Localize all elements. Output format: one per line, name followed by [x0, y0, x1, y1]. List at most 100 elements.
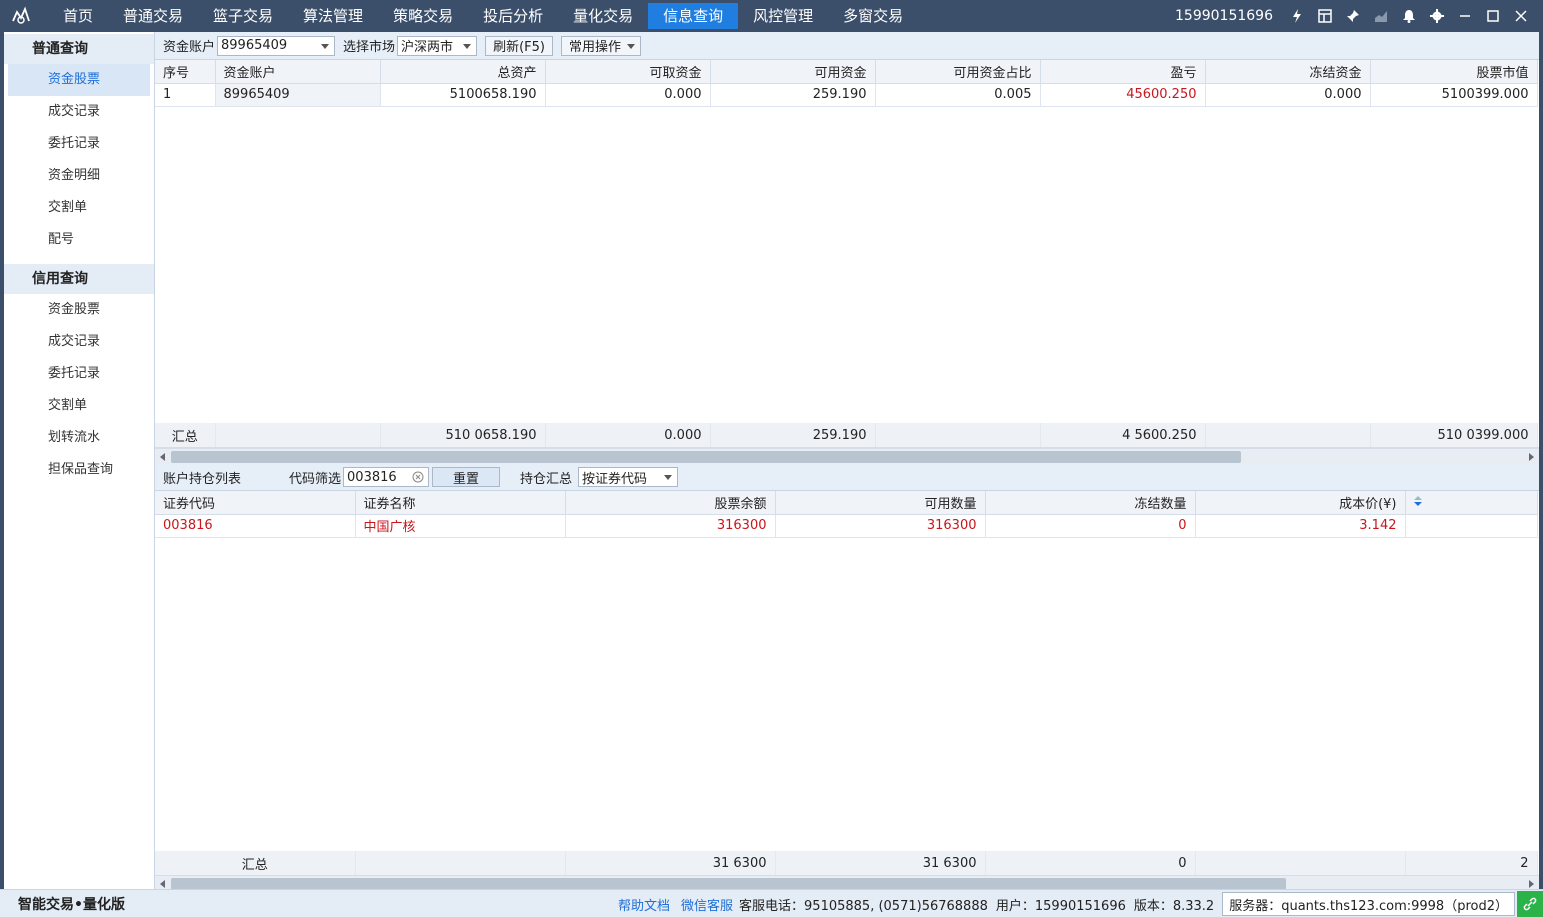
common-ops-dropdown[interactable]: 常用操作	[561, 35, 642, 56]
nav-item-7[interactable]: 信息查询	[648, 3, 739, 29]
sidebar: 普通查询 资金股票 成交记录 委托记录 资金明细 交割单 配号 信用查询 资金股…	[0, 32, 155, 889]
code-filter-input[interactable]: 003816	[343, 467, 430, 487]
bell-icon[interactable]	[1395, 0, 1423, 32]
scroll-right-icon[interactable]	[1529, 880, 1534, 888]
sidebar-item-credit-transfer[interactable]: 划转流水	[4, 422, 154, 454]
positions-col-header[interactable]: 成本价(¥)	[1195, 491, 1406, 515]
main-nav: 首页 普通交易 篮子交易 算法管理 策略交易 投后分析 量化交易 信息查询 风控管理 多窗交易	[48, 0, 918, 32]
funds-col-header[interactable]: 资金账户	[215, 60, 381, 84]
position-summary-label: 持仓汇总	[520, 471, 573, 487]
chevron-down-icon	[664, 475, 673, 480]
table-row[interactable]: 003816 中国广核 316300 316300 0 3.142	[155, 514, 1538, 538]
clear-icon[interactable]	[412, 471, 424, 483]
sidebar-item-credit-orders[interactable]: 委托记录	[4, 358, 154, 390]
funds-col-header[interactable]: 总资产	[380, 60, 546, 84]
nav-item-4[interactable]: 策略交易	[378, 0, 468, 32]
positions-col-header[interactable]: 股票余额	[565, 491, 776, 515]
reset-button[interactable]: 重置	[432, 467, 501, 487]
positions-col-header[interactable]: 证券代码	[155, 491, 356, 515]
table-cell: 1	[155, 83, 216, 107]
sidebar-item-normal-delivery[interactable]: 交割单	[4, 192, 154, 224]
nav-item-0[interactable]: 首页	[48, 0, 108, 32]
user-text: 用户：15990151696	[995, 898, 1126, 914]
market-label: 选择市场	[343, 40, 396, 55]
funds-col-header[interactable]: 可用资金占比	[875, 60, 1041, 84]
table-cell: 0	[985, 514, 1196, 538]
table-cell: 5100658.190	[380, 83, 546, 107]
sidebar-item-credit-collateral[interactable]: 担保品查询	[4, 454, 154, 486]
table-row[interactable]: 1 89965409 5100658.190 0.000 259.190 0.005 456…	[155, 83, 1538, 107]
funds-col-header[interactable]: 可用资金	[710, 60, 876, 84]
connection-status-button[interactable]	[1517, 891, 1543, 917]
status-info: 帮助文档 微信客服 客服电话：95105885, (0571)56768888 …	[618, 890, 1543, 917]
table-cell: 0.000	[545, 83, 711, 107]
sort-icon[interactable]	[1405, 491, 1538, 515]
app-brand: 智能交易•量化版	[18, 897, 125, 913]
table-cell: 259.190	[710, 83, 876, 107]
close-icon[interactable]	[1507, 0, 1535, 32]
sidebar-group-credit[interactable]: 信用查询	[4, 264, 154, 294]
chart-icon[interactable]	[1367, 0, 1395, 32]
lightning-icon[interactable]	[1283, 0, 1311, 32]
summary-cell: 汇总	[155, 423, 216, 447]
nav-item-6[interactable]: 量化交易	[558, 0, 648, 32]
nav-item-2[interactable]: 篮子交易	[198, 0, 288, 32]
help-docs-link[interactable]: 帮助文档	[618, 895, 670, 914]
sidebar-item-normal-trades[interactable]: 成交记录	[4, 96, 154, 128]
pin-icon[interactable]	[1339, 0, 1367, 32]
nav-item-3[interactable]: 算法管理	[288, 0, 378, 32]
user-phone: 15990151696	[1175, 8, 1273, 24]
positions-table: 证券代码 证券名称 股票余额 可用数量 冻结数量 成本价(¥) 003816 中国广核 316…	[155, 491, 1538, 538]
layout-icon[interactable]	[1311, 0, 1339, 32]
positions-col-header[interactable]: 冻结数量	[985, 491, 1196, 515]
funds-col-header[interactable]: 序号	[155, 60, 216, 84]
summary-cell	[875, 423, 1041, 447]
positions-summary: 汇总 31 6300 31 6300 0 2	[155, 851, 1538, 875]
nav-item-9[interactable]: 多窗交易	[828, 0, 918, 32]
summary-cell: 0.000	[545, 423, 711, 447]
funds-col-header[interactable]: 盈亏	[1040, 60, 1206, 84]
nav-item-1[interactable]: 普通交易	[108, 0, 198, 32]
summary-cell: 31 6300	[775, 851, 986, 875]
sidebar-item-normal-fund-details[interactable]: 资金明细	[4, 160, 154, 192]
scroll-right-icon[interactable]	[1529, 453, 1534, 461]
positions-col-header[interactable]: 可用数量	[775, 491, 986, 515]
app-logo-icon	[12, 6, 30, 24]
scrollbar-thumb[interactable]	[171, 451, 1241, 463]
position-summary-select[interactable]: 按证券代码	[578, 467, 679, 487]
funds-table-header: 序号 资金账户 总资产 可取资金 可用资金 可用资金占比 盈亏 冻结资金 股票市值	[155, 60, 1538, 84]
scroll-left-icon[interactable]	[160, 453, 165, 461]
funds-col-header[interactable]: 可取资金	[545, 60, 711, 84]
sidebar-item-credit-delivery[interactable]: 交割单	[4, 390, 154, 422]
positions-col-header[interactable]: 证券名称	[355, 491, 566, 515]
sidebar-item-normal-allotment[interactable]: 配号	[4, 224, 154, 256]
account-select[interactable]: 89965409	[217, 35, 336, 56]
sidebar-item-credit-funds[interactable]: 资金股票	[4, 294, 154, 326]
table-cell: 316300	[775, 514, 986, 538]
wechat-support-link[interactable]: 微信客服	[681, 895, 733, 914]
funds-col-header[interactable]: 冻结资金	[1205, 60, 1371, 84]
refresh-button[interactable]: 刷新(F5)	[485, 35, 554, 56]
table-cell: 中国广核	[355, 514, 566, 538]
summary-cell	[1195, 851, 1406, 875]
funds-horizontal-scrollbar[interactable]	[155, 448, 1539, 464]
code-filter-label: 代码筛选	[289, 471, 342, 487]
summary-cell	[355, 851, 566, 875]
sidebar-item-normal-orders[interactable]: 委托记录	[4, 128, 154, 160]
nav-item-8[interactable]: 风控管理	[738, 0, 828, 32]
table-cell: 45600.250	[1040, 83, 1206, 107]
sidebar-item-credit-trades[interactable]: 成交记录	[4, 326, 154, 358]
gear-icon[interactable]	[1423, 0, 1451, 32]
positions-summary-row: 汇总 31 6300 31 6300 0 2	[155, 851, 1538, 875]
maximize-icon[interactable]	[1479, 0, 1507, 32]
funds-col-header[interactable]: 股票市值	[1370, 60, 1538, 84]
sidebar-item-normal-funds[interactable]: 资金股票	[8, 64, 150, 96]
funds-toolbar: 资金账户 89965409 选择市场 沪深两市 刷新(F5) 常用操作	[155, 32, 1539, 60]
sidebar-group-normal[interactable]: 普通查询	[4, 34, 154, 64]
account-select-value: 89965409	[221, 38, 288, 53]
minimize-icon[interactable]	[1451, 0, 1479, 32]
market-select[interactable]: 沪深两市	[397, 35, 478, 56]
scroll-left-icon[interactable]	[160, 880, 165, 888]
nav-item-5[interactable]: 投后分析	[468, 0, 558, 32]
server-text: 服务器：quants.ths123.com:9998（prod2）	[1229, 898, 1508, 914]
